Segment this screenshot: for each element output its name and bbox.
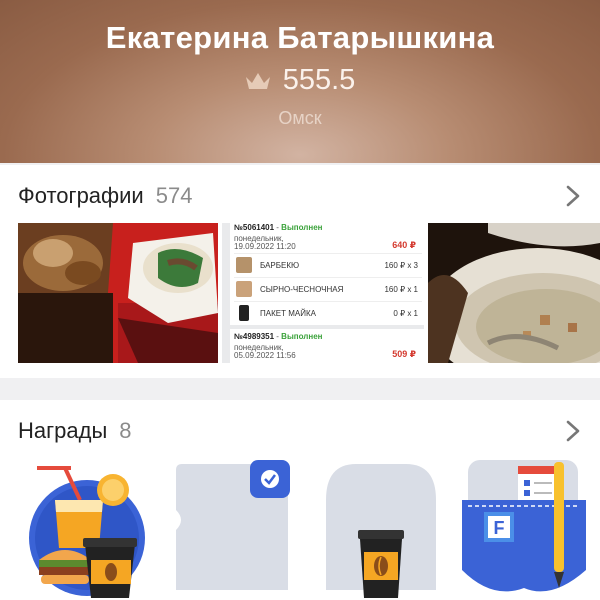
- order-total: 509 ₽: [392, 349, 416, 359]
- order-card: №4989351 - Выполнен понедельник, 05.09.2…: [230, 329, 424, 363]
- bag-thumbnail-icon: [239, 305, 249, 321]
- order-number: №4989351: [234, 332, 275, 341]
- profile-name: Екатерина Батарышкина: [105, 20, 495, 55]
- photo-thumbnail-soup[interactable]: [428, 223, 600, 363]
- awards-title: Награды: [18, 418, 108, 443]
- chevron-right-icon[interactable]: [564, 185, 582, 207]
- order-item-name: БАРБЕКЮ: [260, 261, 300, 270]
- fast-food-badge-icon[interactable]: [25, 460, 155, 600]
- order-datetime: 05.09.2022 11:56: [234, 351, 296, 360]
- svg-text:F: F: [494, 518, 505, 538]
- order-item-qty: 160 ₽ x 3: [384, 261, 418, 270]
- awards-section: Награды 8 F: [0, 400, 600, 600]
- profile-city: Омск: [278, 108, 322, 128]
- photo-thumbnail-food[interactable]: [18, 223, 218, 363]
- locked-verified-badge-icon[interactable]: [172, 460, 302, 600]
- crown-icon: [245, 72, 270, 89]
- score-value: 555.5: [282, 64, 356, 96]
- photos-title: Фотографии: [18, 183, 144, 208]
- awards-header[interactable]: Награды 8: [18, 418, 132, 444]
- order-number: №5061401: [234, 223, 275, 232]
- photos-count: 574: [155, 183, 193, 208]
- photos-strip: №5061401 - Выполнен понедельник, 19.09.2…: [0, 223, 600, 363]
- order-total: 640 ₽: [392, 240, 416, 250]
- photos-section: Фотографии 574 №5061401 - Выполнен понед…: [0, 165, 600, 378]
- order-item-name: СЫРНО-ЧЕСНОЧНАЯ: [260, 285, 344, 294]
- order-item-name: ПАКЕТ МАЙКА: [260, 309, 316, 318]
- order-item-qty: 0 ₽ x 1: [393, 309, 418, 318]
- order-status: Выполнен: [281, 223, 323, 232]
- photo-thumbnail-receipt[interactable]: №5061401 - Выполнен понедельник, 19.09.2…: [222, 223, 424, 363]
- pizza-thumbnail-icon: [236, 257, 252, 273]
- photos-header[interactable]: Фотографии 574: [18, 183, 192, 209]
- awards-count: 8: [119, 418, 132, 443]
- chevron-right-icon[interactable]: [564, 420, 582, 442]
- order-datetime: 19.09.2022 11:20: [234, 242, 296, 251]
- order-item: БАРБЕКЮ 160 ₽ x 3: [234, 253, 422, 275]
- order-item: СЫРНО-ЧЕСНОЧНАЯ 160 ₽ x 1: [234, 277, 422, 299]
- order-item-qty: 160 ₽ x 1: [384, 285, 418, 294]
- awards-strip: F: [0, 460, 600, 600]
- order-status: Выполнен: [281, 332, 323, 341]
- profile-header: Екатерина Батарышкина 555.5 Омск: [0, 0, 600, 163]
- score-row: 555.5: [0, 64, 600, 97]
- order-item: ПАКЕТ МАЙКА 0 ₽ x 1: [234, 301, 422, 323]
- coffee-cup-badge-icon[interactable]: [316, 460, 446, 600]
- pocket-notebook-badge-icon[interactable]: F: [462, 460, 592, 600]
- pizza-thumbnail-icon: [236, 281, 252, 297]
- order-card: №5061401 - Выполнен понедельник, 19.09.2…: [230, 223, 424, 325]
